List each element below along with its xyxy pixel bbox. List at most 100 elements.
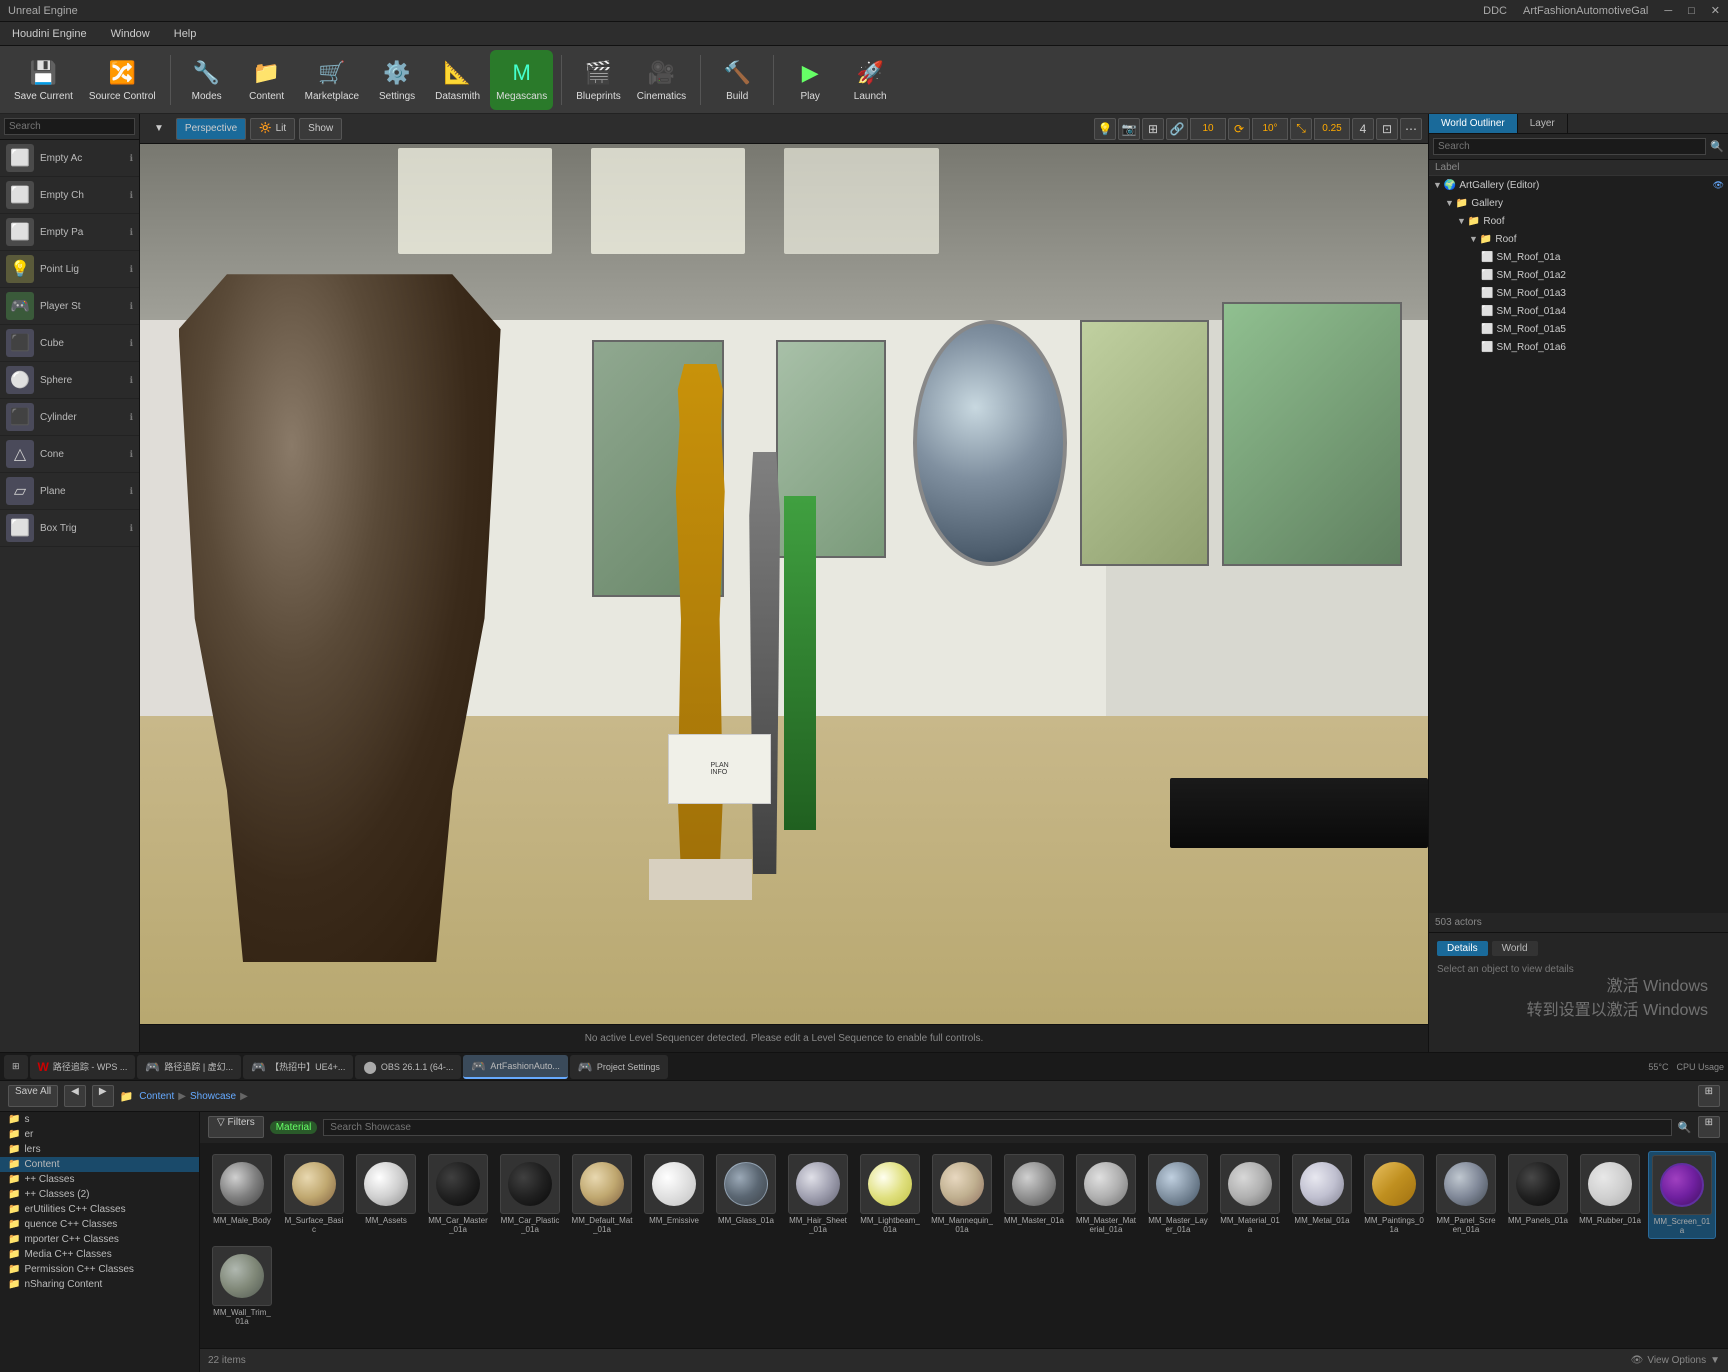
outliner-sm-roof-01a[interactable]: ⬜ SM_Roof_01a: [1429, 248, 1728, 266]
cb-material-item-13[interactable]: MM_Master_Layer_01a: [1144, 1151, 1212, 1239]
cb-folder-classes[interactable]: 📁 ++ Classes: [0, 1172, 199, 1187]
taskbar-wps[interactable]: W 路径追踪 - WPS ...: [30, 1055, 136, 1079]
content-button[interactable]: 📁 Content: [239, 50, 295, 110]
outliner-sm-roof-01a4[interactable]: ⬜ SM_Roof_01a4: [1429, 302, 1728, 320]
cb-material-item-16[interactable]: MM_Paintings_01a: [1360, 1151, 1428, 1239]
cb-material-item-0[interactable]: MM_Male_Body: [208, 1151, 276, 1239]
cb-material-item-12[interactable]: MM_Master_Material_01a: [1072, 1151, 1140, 1239]
window-minimize[interactable]: ─: [1664, 5, 1672, 17]
cb-folder-importer[interactable]: 📁 mporter C++ Classes: [0, 1232, 199, 1247]
left-item-empty-ch[interactable]: ⬜ Empty Ch ℹ: [0, 177, 139, 214]
cb-material-item-20[interactable]: MM_Screen_01a: [1648, 1151, 1716, 1239]
source-control-button[interactable]: 🔀 Source Control: [83, 50, 162, 110]
taskbar-obs[interactable]: ⬤ OBS 26.1.1 (64-...: [355, 1055, 461, 1079]
cb-folder-lers[interactable]: 📁 lers: [0, 1142, 199, 1157]
outliner-sm-roof-01a3[interactable]: ⬜ SM_Roof_01a3: [1429, 284, 1728, 302]
play-button[interactable]: ▶ Play: [782, 50, 838, 110]
vp-cam-btn[interactable]: 📷: [1118, 118, 1140, 140]
cb-material-item-18[interactable]: MM_Panels_01a: [1504, 1151, 1572, 1239]
cb-material-item-1[interactable]: M_Surface_Basic: [280, 1151, 348, 1239]
outliner-root[interactable]: ▼ 🌍 ArtGallery (Editor) 👁: [1429, 176, 1728, 194]
megascans-button[interactable]: M Megascans: [490, 50, 553, 110]
cb-search-input[interactable]: [323, 1119, 1672, 1136]
cb-material-item-6[interactable]: MM_Emissive: [640, 1151, 708, 1239]
cb-save-all-btn[interactable]: Save All: [8, 1085, 58, 1107]
cb-material-item-4[interactable]: MM_Car_Plastic_01a: [496, 1151, 564, 1239]
material-filter-tag[interactable]: Material: [270, 1121, 318, 1134]
vp-maximize-btn[interactable]: ⊡: [1376, 118, 1398, 140]
taskbar-artfashion[interactable]: 🎮 ArtFashionAuto...: [463, 1055, 568, 1079]
left-item-empty-pa[interactable]: ⬜ Empty Pa ℹ: [0, 214, 139, 251]
cb-folder-s[interactable]: 📁 s: [0, 1112, 199, 1127]
left-item-sphere[interactable]: ⚪ Sphere ℹ: [0, 362, 139, 399]
world-outliner-list[interactable]: ▼ 🌍 ArtGallery (Editor) 👁 ▼ 📁 Gallery ▼ …: [1429, 176, 1728, 913]
vp-snap-btn[interactable]: 🔗: [1166, 118, 1188, 140]
blueprints-button[interactable]: 🎬 Blueprints: [570, 50, 626, 110]
vp-settings-btn[interactable]: ⋯: [1400, 118, 1422, 140]
cb-material-item-8[interactable]: MM_Hair_Sheet_01a: [784, 1151, 852, 1239]
vp-scale-btn[interactable]: ⤡: [1290, 118, 1312, 140]
cb-folder-content[interactable]: 📁 Content: [0, 1157, 199, 1172]
outliner-sm-roof-01a6[interactable]: ⬜ SM_Roof_01a6: [1429, 338, 1728, 356]
taskbar-ue-item[interactable]: 🎮 路径追踪 | 虚幻...: [137, 1055, 241, 1079]
cinematics-button[interactable]: 🎥 Cinematics: [631, 50, 692, 110]
vp-angle-value[interactable]: [1252, 118, 1288, 140]
perspective-btn[interactable]: Perspective: [176, 118, 246, 140]
cb-nav-back[interactable]: ◀: [64, 1085, 86, 1107]
vp-light-btn[interactable]: 💡: [1094, 118, 1116, 140]
viewport-3d[interactable]: PLANINFO: [140, 144, 1428, 1024]
cb-folder-sharing[interactable]: 📁 nSharing Content: [0, 1277, 199, 1292]
left-item-box-trigger[interactable]: ⬜ Box Trig ℹ: [0, 510, 139, 547]
left-search-input[interactable]: [4, 118, 135, 135]
vp-angle-btn[interactable]: ⟳: [1228, 118, 1250, 140]
launch-button[interactable]: 🚀 Launch: [842, 50, 898, 110]
viewport-menu-btn[interactable]: ▼: [146, 118, 172, 140]
cb-material-item-2[interactable]: MM_Assets: [352, 1151, 420, 1239]
datasmith-button[interactable]: 📐 Datasmith: [429, 50, 486, 110]
outliner-roof-group[interactable]: ▼ 📁 Roof: [1429, 212, 1728, 230]
world-tab[interactable]: World: [1492, 941, 1538, 956]
breadcrumb-showcase[interactable]: Showcase: [190, 1091, 236, 1102]
cb-view-toggle[interactable]: ⊞: [1698, 1085, 1720, 1107]
window-maximize[interactable]: □: [1688, 5, 1695, 17]
taskbar-project-settings[interactable]: 🎮 Project Settings: [570, 1055, 668, 1079]
cb-folder-sequence[interactable]: 📁 quence C++ Classes: [0, 1217, 199, 1232]
cb-material-item-5[interactable]: MM_Default_Mat_01a: [568, 1151, 636, 1239]
left-item-cone[interactable]: △ Cone ℹ: [0, 436, 139, 473]
menu-help[interactable]: Help: [170, 26, 201, 42]
left-item-plane[interactable]: ▱ Plane ℹ: [0, 473, 139, 510]
cb-view-options-extra[interactable]: ⊞: [1698, 1116, 1720, 1138]
cb-material-item-3[interactable]: MM_Car_Master_01a: [424, 1151, 492, 1239]
cb-folder-media[interactable]: 📁 Media C++ Classes: [0, 1247, 199, 1262]
save-current-button[interactable]: 💾 Save Current: [8, 50, 79, 110]
layer-tab[interactable]: Layer: [1518, 114, 1568, 133]
cb-material-item-11[interactable]: MM_Master_01a: [1000, 1151, 1068, 1239]
cb-material-item-15[interactable]: MM_Metal_01a: [1288, 1151, 1356, 1239]
cb-material-item-21[interactable]: MM_Wall_Trim_01a: [208, 1243, 276, 1329]
left-item-player-start[interactable]: 🎮 Player St ℹ: [0, 288, 139, 325]
cb-material-item-14[interactable]: MM_Material_01a: [1216, 1151, 1284, 1239]
modes-button[interactable]: 🔧 Modes: [179, 50, 235, 110]
outliner-roof[interactable]: ▼ 📁 Roof: [1429, 230, 1728, 248]
cb-folder-classes2[interactable]: 📁 ++ Classes (2): [0, 1187, 199, 1202]
taskbar-win-btn[interactable]: ⊞: [4, 1055, 28, 1079]
cb-folder-utilities[interactable]: 📁 erUtilities C++ Classes: [0, 1202, 199, 1217]
left-item-cube[interactable]: ⬛ Cube ℹ: [0, 325, 139, 362]
settings-button[interactable]: ⚙️ Settings: [369, 50, 425, 110]
vp-grid-size[interactable]: [1190, 118, 1226, 140]
cb-material-item-19[interactable]: MM_Rubber_01a: [1576, 1151, 1644, 1239]
cb-material-item-10[interactable]: MM_Mannequin_01a: [928, 1151, 996, 1239]
menu-window[interactable]: Window: [107, 26, 154, 42]
left-item-point-light[interactable]: 💡 Point Lig ℹ: [0, 251, 139, 288]
cb-material-item-9[interactable]: MM_Lightbeam_01a: [856, 1151, 924, 1239]
breadcrumb-content[interactable]: Content: [139, 1091, 174, 1102]
vp-grid-btn[interactable]: ⊞: [1142, 118, 1164, 140]
world-outliner-tab[interactable]: World Outliner: [1429, 114, 1518, 133]
outliner-gallery[interactable]: ▼ 📁 Gallery: [1429, 194, 1728, 212]
outliner-sm-roof-01a2[interactable]: ⬜ SM_Roof_01a2: [1429, 266, 1728, 284]
window-close[interactable]: ✕: [1711, 4, 1720, 17]
cb-material-item-17[interactable]: MM_Panel_Screen_01a: [1432, 1151, 1500, 1239]
details-tab[interactable]: Details: [1437, 941, 1488, 956]
build-button[interactable]: 🔨 Build: [709, 50, 765, 110]
taskbar-ue4[interactable]: 🎮 【热招中】UE4+...: [243, 1055, 353, 1079]
